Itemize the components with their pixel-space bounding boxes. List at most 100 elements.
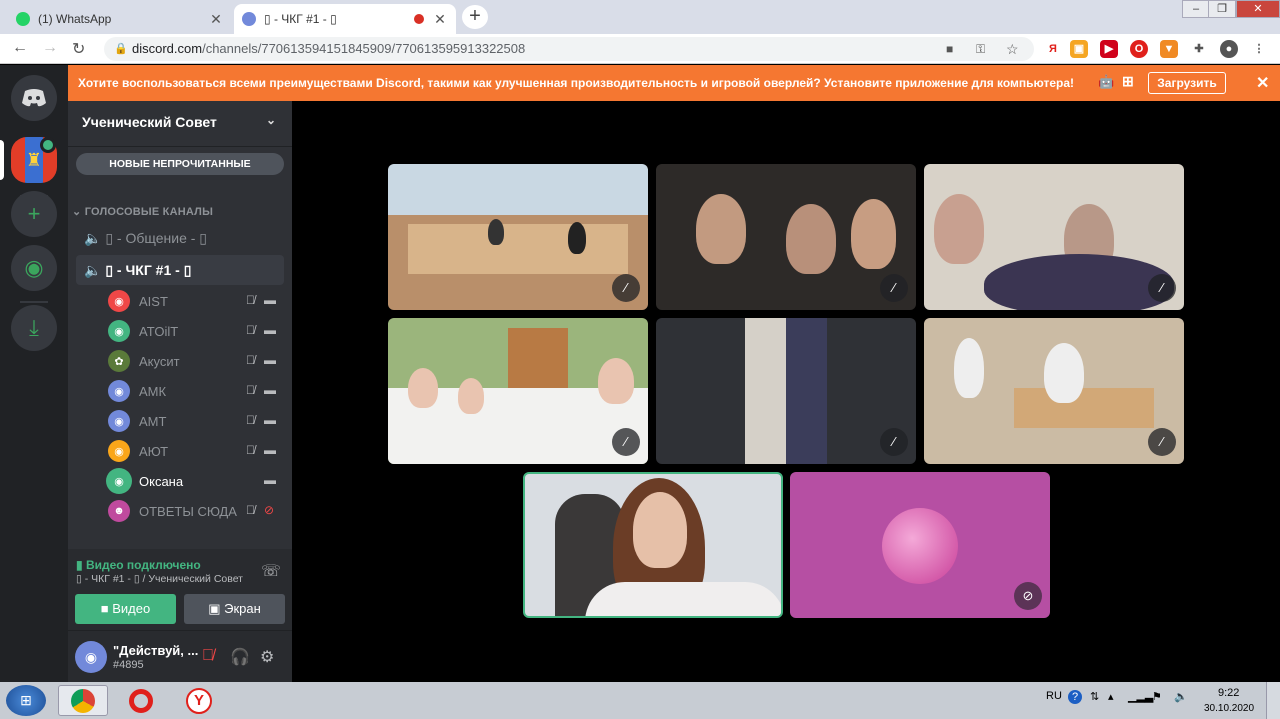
windows-taskbar: ⊞ Y RU ? ⇅ ▴ ▁▂▃ ⚑ 🔈 9:22 30.10.2020 [0, 682, 1280, 719]
profile-icon[interactable]: ● [1220, 40, 1238, 58]
yandex-icon: Y [186, 687, 212, 714]
mic-muted-icon: ⁄ [612, 274, 640, 302]
volume-icon[interactable]: 🔈 [1174, 690, 1188, 703]
voice-user-ayut[interactable]: ◉ АЮТ 🎙̸ ▬ [108, 438, 284, 466]
voice-user-amk[interactable]: ◉ АМК 🎙̸ ▬ [108, 378, 284, 406]
extensions-icon[interactable]: ✚ [1190, 40, 1208, 58]
recording-icon [414, 14, 424, 24]
video-tile[interactable]: ⁄ [924, 318, 1184, 464]
status-text: Видео подключено [85, 558, 201, 572]
avatar: ◉ [108, 470, 130, 492]
explore-icon[interactable]: ◉ [11, 245, 57, 291]
forward-icon[interactable]: → [42, 39, 58, 57]
user-name: Акусит [139, 354, 180, 369]
voice-channel-general[interactable]: 🔈 ▯ - Общение - ▯ [76, 223, 284, 253]
channel-name: ▯ - ЧКГ #1 - ▯ [105, 262, 192, 278]
user-name: АЮТ [139, 444, 169, 459]
network-icon[interactable]: ⇅ [1090, 690, 1099, 703]
signal-icon: ▮ [76, 558, 86, 572]
download-icon[interactable]: ⤓ [11, 305, 57, 351]
server-header[interactable]: Ученический Совет ⌄ [68, 101, 292, 147]
disconnect-icon[interactable]: ☏ [261, 561, 281, 581]
flag-icon[interactable]: ⚑ [1152, 690, 1162, 703]
back-icon[interactable]: ← [12, 39, 28, 57]
avatar: ◉ [108, 440, 130, 462]
window-close-button[interactable]: ✕ [1236, 0, 1280, 18]
close-tab-icon[interactable]: ✕ [432, 11, 448, 28]
voice-user-atoilt[interactable]: ◉ ATOilT 🎙̸ ▬ [108, 318, 284, 346]
video-tile[interactable]: ⁄ [388, 318, 648, 464]
reload-icon[interactable]: ↻ [72, 39, 85, 59]
url-input[interactable]: 🔒 discord.com/channels/77061359415184590… [104, 37, 1034, 61]
avatar: ☻ [108, 500, 130, 522]
voice-user-akusit[interactable]: ✿ Акусит 🎙̸ ▬ [108, 348, 284, 376]
android-icon: 🤖 [1098, 74, 1115, 89]
url-host: discord.com [132, 41, 203, 56]
user-tag: #4895 [113, 659, 144, 671]
voice-user-amt[interactable]: ◉ АМТ 🎙̸ ▬ [108, 408, 284, 436]
voice-channel-chkg[interactable]: 🔈 ▯ - ЧКГ #1 - ▯ [76, 255, 284, 285]
mic-muted-icon: 🎙̸ [246, 413, 255, 427]
language-indicator[interactable]: RU [1046, 690, 1062, 702]
key-icon[interactable]: ⚿ [976, 37, 985, 61]
video-icon: ▬ [264, 293, 276, 307]
taskbar-opera[interactable] [116, 685, 166, 716]
close-notice-icon[interactable]: ✕ [1256, 73, 1269, 93]
yandex-icon[interactable]: Я [1044, 40, 1062, 58]
category-voice[interactable]: ⌄ ГОЛОСОВЫЕ КАНАЛЫ [72, 205, 213, 218]
show-desktop-button[interactable] [1266, 682, 1280, 719]
discord-home-icon[interactable] [11, 75, 57, 121]
voice-user-aist[interactable]: ◉ AIST 🎙̸ ▬ [108, 288, 284, 316]
close-tab-icon[interactable]: ✕ [208, 11, 224, 28]
download-notice: Хотите воспользоваться всеми преимуществ… [68, 65, 1280, 101]
add-server-icon[interactable]: + [11, 191, 57, 237]
tab-whatsapp[interactable]: (1) WhatsApp ✕ [8, 4, 232, 34]
video-tile[interactable]: ⁄ [656, 318, 916, 464]
video-tile[interactable]: ⁄ [656, 164, 916, 310]
menu-icon[interactable]: ⋮ [1250, 40, 1268, 58]
headphones-icon[interactable]: 🎧 [230, 647, 250, 667]
voice-user-answers[interactable]: ☻ ОТВЕТЫ СЮДА 🎙̸ ⊘ [108, 498, 284, 526]
screen-label: Экран [224, 601, 261, 616]
media-icon[interactable]: ▶ [1100, 40, 1118, 58]
avatar-tile[interactable]: ⊘ [790, 472, 1050, 618]
whatsapp-icon [16, 12, 30, 26]
video-badge-icon [40, 137, 56, 153]
tab-discord[interactable]: ▯ - ЧКГ #1 - ▯ ✕ [234, 4, 456, 34]
user-name: Оксана [139, 474, 184, 489]
clock-time[interactable]: 9:22 [1218, 687, 1239, 699]
download-button[interactable]: Загрузить [1148, 72, 1226, 94]
mic-muted-icon: 🎙̸ [246, 293, 255, 307]
sweater-image [585, 582, 781, 616]
maximize-button[interactable]: ❐ [1208, 0, 1236, 18]
minimize-button[interactable]: – [1182, 0, 1210, 18]
taskbar-chrome[interactable] [58, 685, 108, 716]
person [458, 378, 484, 414]
mic-muted-icon[interactable]: 🎙̸ [202, 647, 214, 665]
new-tab-button[interactable]: + [462, 5, 488, 29]
voice-user-oksana[interactable]: ◉ Оксана ▬ [108, 468, 284, 496]
settings-gear-icon[interactable]: ⚙ [260, 647, 274, 667]
start-button[interactable]: ⊞ [6, 685, 46, 716]
clock-date[interactable]: 30.10.2020 [1204, 703, 1254, 714]
shield-icon[interactable]: ▼ [1160, 40, 1178, 58]
avatar[interactable]: ◉ [75, 641, 107, 673]
new-unread-button[interactable]: НОВЫЕ НЕПРОЧИТАННЫЕ [76, 153, 284, 175]
help-icon[interactable]: ? [1068, 690, 1082, 704]
mic-muted-icon: ⁄ [880, 274, 908, 302]
arrows-icon[interactable]: ▴ [1108, 690, 1114, 703]
person [1044, 343, 1084, 403]
taskbar-yandex[interactable]: Y [174, 685, 224, 716]
screen-share-button[interactable]: ▣ Экран [184, 594, 285, 624]
camera-icon[interactable]: ■ [946, 37, 953, 61]
deafened-icon: ⊘ [264, 503, 275, 517]
video-tile[interactable]: ⁄ [388, 164, 648, 310]
shopping-icon[interactable]: ▣ [1070, 40, 1088, 58]
signal-bars-icon[interactable]: ▁▂▃ [1128, 690, 1153, 703]
video-button[interactable]: ■ Видео [75, 594, 176, 624]
opera-icon[interactable]: O [1130, 40, 1148, 58]
video-tile[interactable]: ⁄ [924, 164, 1184, 310]
face-image [633, 492, 687, 568]
star-icon[interactable]: ☆ [1006, 37, 1019, 61]
video-tile-speaking[interactable] [523, 472, 783, 618]
